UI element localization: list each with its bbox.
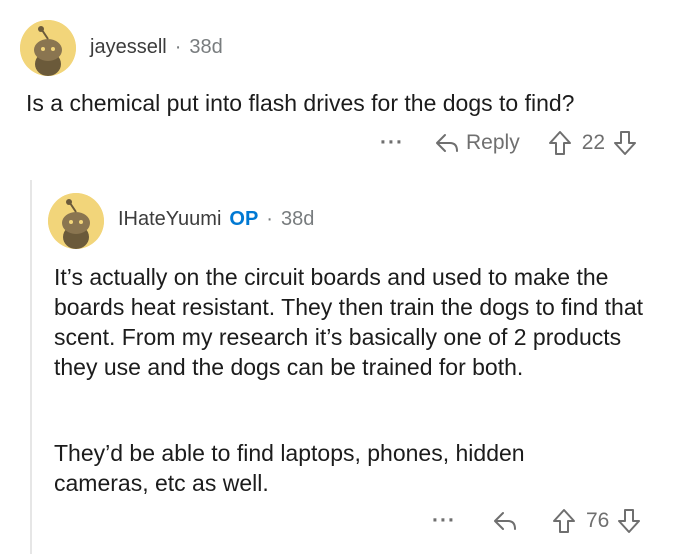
comment-age: 38d (189, 36, 223, 58)
avatar[interactable] (48, 193, 104, 249)
vote-score: 76 (586, 509, 610, 532)
comment-age: 38d (280, 208, 315, 230)
thread-line[interactable] (30, 180, 32, 554)
downvote-button[interactable] (613, 130, 637, 156)
reply-button[interactable] (492, 510, 518, 532)
separator-dot: · (266, 208, 273, 230)
comment-header: IHateYuumi OP · 38d (118, 208, 314, 231)
comment-actions: ··· 76 (432, 504, 641, 538)
reply-label: Reply (466, 131, 520, 154)
comment-body: Is a chemical put into flash drives for … (26, 90, 575, 116)
comment-body-paragraph: They’d be able to find laptops, phones, … (54, 440, 525, 496)
reply-button[interactable]: Reply (434, 131, 520, 155)
downvote-button[interactable] (617, 508, 641, 534)
separator-dot: · (174, 36, 182, 58)
vote-score: 22 (581, 131, 606, 154)
more-options-icon[interactable]: ··· (432, 509, 468, 533)
comment-header: jayessell · 38d (90, 36, 223, 59)
more-options-icon[interactable]: ··· (380, 131, 416, 155)
reply-arrow-icon (494, 512, 516, 530)
upvote-icon (548, 131, 571, 155)
downvote-icon (618, 509, 641, 533)
snoo-avatar-icon (48, 193, 104, 249)
username[interactable]: jayessell (90, 36, 167, 59)
reply-arrow-icon (436, 134, 458, 152)
op-badge: OP (229, 208, 259, 230)
avatar[interactable] (20, 20, 76, 76)
downvote-icon (614, 131, 637, 155)
comment-body-paragraph: It’s actually on the circuit boards and … (54, 264, 644, 380)
upvote-icon (553, 509, 575, 533)
snoo-avatar-icon (20, 20, 76, 76)
upvote-button[interactable] (548, 130, 572, 156)
comment-actions: ··· Reply 22 (380, 126, 637, 160)
upvote-button[interactable] (552, 508, 576, 534)
username[interactable]: IHateYuumi (118, 208, 221, 231)
